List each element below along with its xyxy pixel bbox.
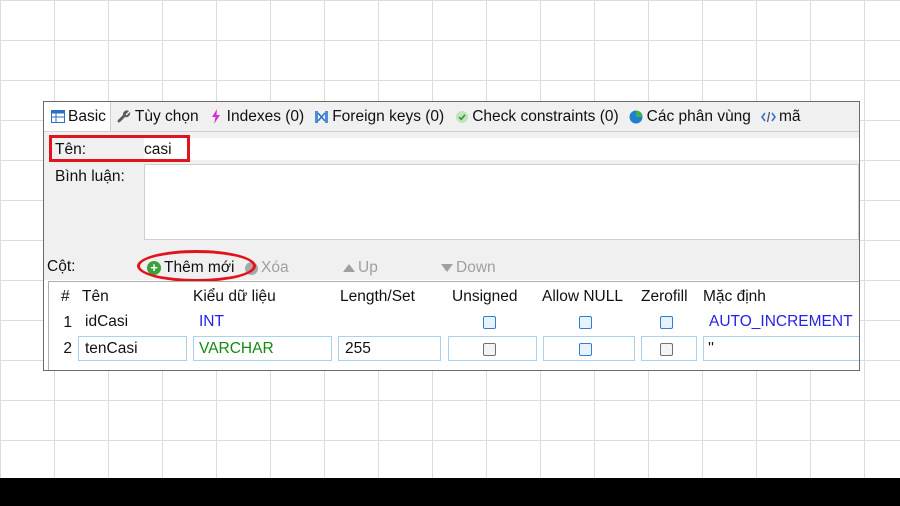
tab-label: Check constraints (0) bbox=[472, 107, 619, 125]
header-unsigned[interactable]: Unsigned bbox=[452, 288, 518, 306]
allow-null-checkbox[interactable] bbox=[579, 343, 592, 356]
foreign-key-icon bbox=[314, 110, 329, 124]
move-down-label: Down bbox=[456, 259, 496, 276]
header-default[interactable]: Mặc định bbox=[703, 288, 766, 306]
tab-foreign-keys[interactable]: Foreign keys (0) bbox=[308, 102, 448, 131]
tab-label: Foreign keys (0) bbox=[332, 107, 445, 125]
add-button-highlight-oval bbox=[137, 250, 256, 282]
tab-basic[interactable]: Basic bbox=[44, 102, 111, 131]
delete-column-label: Xóa bbox=[261, 259, 289, 276]
table-row[interactable]: 2 tenCasi VARCHAR 255 '' bbox=[49, 336, 859, 362]
lightning-icon bbox=[209, 109, 224, 124]
table-icon bbox=[50, 110, 65, 123]
arrow-down-icon bbox=[441, 264, 453, 272]
tab-label: Tùy chọn bbox=[134, 107, 199, 125]
check-icon bbox=[454, 110, 469, 124]
name-highlight-rectangle bbox=[49, 135, 190, 162]
tab-code[interactable]: mã bbox=[755, 102, 805, 131]
datatype-cell[interactable]: VARCHAR bbox=[193, 336, 332, 361]
default-cell[interactable]: '' bbox=[703, 336, 859, 361]
header-number: # bbox=[61, 288, 70, 305]
tab-partitions[interactable]: Các phân vùng bbox=[623, 102, 755, 131]
tab-label: Basic bbox=[68, 107, 106, 125]
table-editor-panel: Basic Tùy chọn Indexes (0) Foreign keys … bbox=[43, 101, 860, 371]
wrench-icon bbox=[117, 109, 132, 124]
move-up-label: Up bbox=[358, 259, 378, 276]
datatype-cell[interactable]: INT bbox=[199, 310, 224, 334]
tab-label: mã bbox=[778, 107, 801, 125]
tab-options[interactable]: Tùy chọn bbox=[111, 102, 203, 131]
column-name-cell[interactable]: tenCasi bbox=[78, 336, 187, 361]
partition-icon bbox=[629, 110, 644, 124]
tab-indexes[interactable]: Indexes (0) bbox=[203, 102, 309, 131]
length-cell[interactable]: 255 bbox=[338, 336, 441, 361]
columns-label: Cột: bbox=[47, 258, 76, 275]
row-number: 1 bbox=[63, 314, 72, 331]
tab-label: Indexes (0) bbox=[226, 107, 305, 125]
allow-null-cell[interactable] bbox=[543, 336, 635, 361]
header-datatype[interactable]: Kiểu dữ liệu bbox=[193, 288, 276, 306]
table-row[interactable]: 1 idCasi INT AUTO_INCREMENT bbox=[49, 310, 859, 336]
tab-bar: Basic Tùy chọn Indexes (0) Foreign keys … bbox=[44, 102, 859, 132]
tab-check-constraints[interactable]: Check constraints (0) bbox=[448, 102, 622, 131]
header-name[interactable]: Tên bbox=[82, 288, 109, 306]
header-length[interactable]: Length/Set bbox=[340, 288, 415, 306]
columns-grid: # Tên Kiểu dữ liệu Length/Set Unsigned A… bbox=[48, 281, 859, 370]
default-cell[interactable]: AUTO_INCREMENT bbox=[709, 310, 853, 334]
column-name-cell[interactable]: idCasi bbox=[85, 310, 128, 334]
unsigned-cell[interactable] bbox=[448, 336, 537, 361]
zerofill-checkbox[interactable] bbox=[660, 343, 673, 356]
header-zerofill[interactable]: Zerofill bbox=[641, 288, 688, 306]
tab-label: Các phân vùng bbox=[646, 107, 751, 125]
move-up-button[interactable]: Up bbox=[343, 259, 378, 277]
comment-label: Bình luận: bbox=[55, 168, 125, 185]
arrow-up-icon bbox=[343, 264, 355, 272]
comment-textarea[interactable] bbox=[144, 164, 859, 240]
row-number: 2 bbox=[63, 340, 72, 357]
zerofill-checkbox[interactable] bbox=[660, 316, 673, 329]
bottom-black-bar bbox=[0, 478, 900, 506]
code-icon bbox=[761, 111, 776, 123]
allow-null-checkbox[interactable] bbox=[579, 316, 592, 329]
unsigned-checkbox[interactable] bbox=[483, 316, 496, 329]
move-down-button[interactable]: Down bbox=[441, 259, 496, 277]
name-input[interactable] bbox=[144, 138, 859, 160]
unsigned-checkbox[interactable] bbox=[483, 343, 496, 356]
zerofill-cell[interactable] bbox=[641, 336, 697, 361]
header-allow-null[interactable]: Allow NULL bbox=[542, 288, 623, 306]
